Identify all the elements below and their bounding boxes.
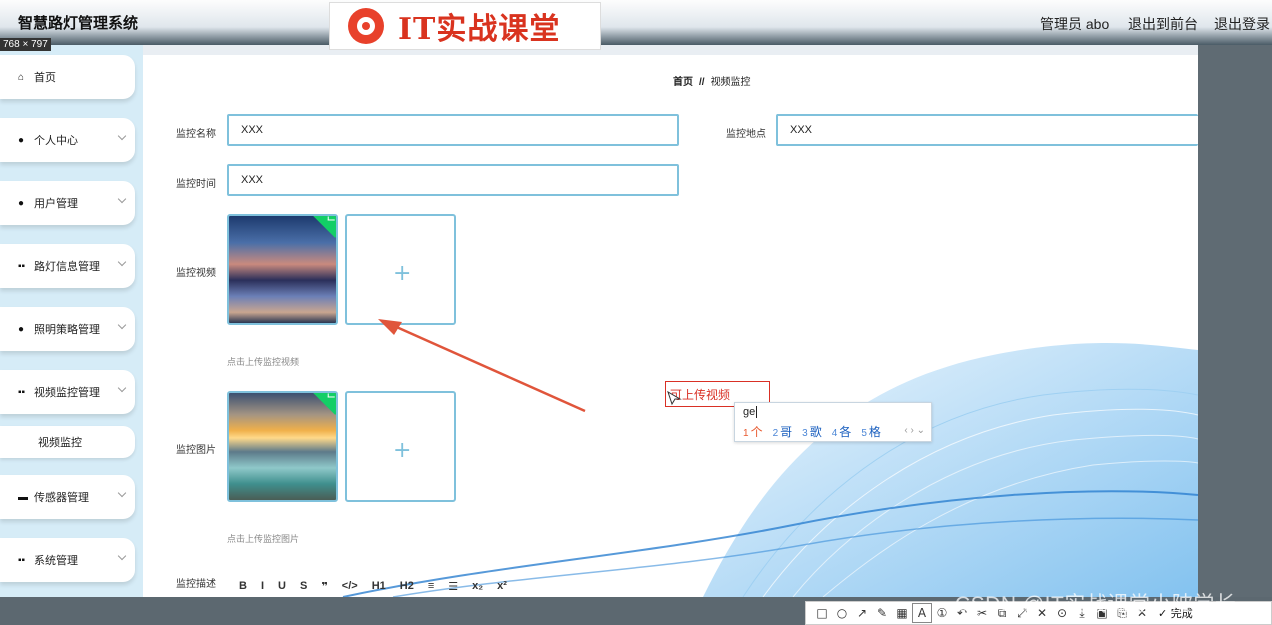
- watermark: CSDN @IT实战课堂小陂学长: [955, 593, 1237, 616]
- monitor-location-input[interactable]: [776, 114, 1198, 146]
- upload-video-button[interactable]: +: [345, 214, 456, 325]
- code-button[interactable]: </>: [342, 580, 358, 597]
- chevron-down-icon: [117, 551, 127, 561]
- h1-button[interactable]: H1: [372, 580, 386, 597]
- ime-candidate-window: ge 1个 2哥 3歌 4各 5格 ‹ › ⌄: [734, 402, 932, 442]
- number-tool-icon[interactable]: ①: [932, 603, 952, 623]
- monitor-video-label: 监控视频: [176, 268, 216, 279]
- bold-button[interactable]: B: [239, 580, 247, 597]
- main-panel: 首页//视频监控 监控名称 监控地点 监控时间 监控视频 + 点击上传监控视频 …: [143, 55, 1198, 597]
- chevron-down-icon: [117, 488, 127, 498]
- sidebar-item-label: 个人中心: [34, 135, 78, 147]
- chevron-down-icon: [117, 194, 127, 204]
- strike-button[interactable]: S: [300, 580, 307, 597]
- sidebar-item-home[interactable]: ⌂ 首页: [0, 55, 135, 99]
- sidebar-item-label: 用户管理: [34, 198, 78, 210]
- sidebar-item-users[interactable]: ● 用户管理: [0, 181, 135, 225]
- dim-overlay-right: [1198, 45, 1272, 625]
- monitor-time-label: 监控时间: [176, 179, 216, 190]
- breadcrumb-separator: //: [699, 77, 705, 88]
- success-check-icon: [311, 393, 336, 415]
- sidebar-item-video-monitor[interactable]: ▪▪ 视频监控管理: [0, 370, 135, 414]
- sidebar-item-label: 路灯信息管理: [34, 261, 100, 273]
- ime-candidate[interactable]: 3歌: [802, 423, 822, 440]
- uploaded-image-thumbnail[interactable]: [227, 391, 338, 502]
- sidebar-item-label: 照明策略管理: [34, 324, 100, 336]
- chevron-down-icon: [117, 320, 127, 330]
- ime-candidate[interactable]: 5格: [861, 423, 881, 440]
- text-tool-icon[interactable]: A: [912, 603, 932, 623]
- sidebar-item-label: 视频监控管理: [34, 387, 100, 399]
- underline-button[interactable]: U: [278, 580, 286, 597]
- grid-icon: ▪▪: [18, 554, 26, 566]
- dimension-label: 768 × 797: [0, 38, 51, 51]
- rich-text-toolbar: B I U S ❞ </> H1 H2 ≡ ☰ x₂ x²: [227, 580, 587, 597]
- quote-button[interactable]: ❞: [321, 580, 327, 597]
- pen-tool-icon[interactable]: ✎: [872, 603, 892, 623]
- sidebar: ⌂ 首页 ● 个人中心 ● 用户管理 ▪▪ 路灯信息管理 ● 照明策略管理 ▪▪…: [0, 45, 143, 597]
- chevron-down-icon: [117, 257, 127, 267]
- subscript-button[interactable]: x₂: [472, 580, 483, 597]
- upload-image-hint: 点击上传监控图片: [227, 534, 300, 544]
- sidebar-subitem-video-monitor[interactable]: 视频监控: [0, 426, 135, 458]
- monitor-image-label: 监控图片: [176, 445, 216, 456]
- monitor-name-input[interactable]: [227, 114, 679, 146]
- top-header: 智慧路灯管理系统 管理员 abo 退出到前台 退出登录: [0, 0, 1272, 45]
- to-front-link[interactable]: 退出到前台: [1128, 14, 1198, 34]
- ordered-list-button[interactable]: ≡: [428, 580, 434, 597]
- brand-logo-icon: [348, 8, 384, 44]
- pin-icon: ●: [18, 197, 25, 209]
- upload-image-button[interactable]: +: [345, 391, 456, 502]
- brand-logo: IT实战课堂: [329, 2, 601, 50]
- chevron-down-icon: [117, 131, 127, 141]
- breadcrumb-home[interactable]: 首页: [673, 77, 693, 88]
- plus-icon: +: [393, 438, 412, 463]
- ime-candidate[interactable]: 2哥: [773, 423, 793, 440]
- user-icon: ●: [18, 323, 25, 335]
- grid-icon: ▪▪: [18, 386, 26, 398]
- monitor-name-label: 监控名称: [176, 129, 216, 140]
- home-icon: ⌂: [18, 71, 25, 83]
- app-title: 智慧路灯管理系统: [18, 15, 139, 32]
- ime-page-nav[interactable]: ‹ › ⌄: [904, 425, 925, 436]
- mosaic-tool-icon[interactable]: ▦: [892, 603, 912, 623]
- sidebar-item-lighting-strategy[interactable]: ● 照明策略管理: [0, 307, 135, 351]
- italic-button[interactable]: I: [261, 580, 264, 597]
- superscript-button[interactable]: x²: [497, 580, 507, 597]
- breadcrumb-current: 视频监控: [710, 77, 751, 88]
- sidebar-item-label: 首页: [34, 72, 56, 84]
- arrow-tool-icon[interactable]: ↗: [852, 603, 872, 623]
- sidebar-item-sensor[interactable]: ▬ 传感器管理: [0, 475, 135, 519]
- ellipse-tool-icon[interactable]: ○: [832, 603, 852, 623]
- logout-link[interactable]: 退出登录: [1214, 14, 1270, 34]
- success-check-icon: [311, 216, 336, 238]
- monitor-location-label: 监控地点: [726, 129, 766, 140]
- grid-icon: ▪▪: [18, 260, 26, 272]
- sidebar-item-label: 系统管理: [34, 555, 78, 567]
- bullet-list-button[interactable]: ☰: [448, 580, 458, 597]
- sidebar-item-label: 传感器管理: [34, 492, 89, 504]
- breadcrumb: 首页 // 视频监控: [673, 73, 751, 88]
- ime-candidates: 1个 2哥 3歌 4各 5格: [743, 423, 881, 440]
- sidebar-item-system[interactable]: ▪▪ 系统管理: [0, 538, 135, 582]
- admin-label: 管理员 abo: [1040, 16, 1110, 32]
- ime-candidate[interactable]: 4各: [832, 423, 852, 440]
- sidebar-item-personal[interactable]: ● 个人中心: [0, 118, 135, 162]
- rectangle-tool-icon[interactable]: □: [812, 603, 832, 623]
- ime-candidate[interactable]: 1个: [743, 423, 763, 440]
- chevron-down-icon: [117, 383, 127, 393]
- monitor-icon: ▬: [18, 491, 28, 503]
- monitor-desc-label: 监控描述: [176, 579, 216, 590]
- sidebar-item-streetlight[interactable]: ▪▪ 路灯信息管理: [0, 244, 135, 288]
- monitor-time-input[interactable]: [227, 164, 679, 196]
- uploaded-video-thumbnail[interactable]: [227, 214, 338, 325]
- ime-typed-text: ge: [743, 406, 758, 418]
- user-icon: ●: [18, 134, 25, 146]
- plus-icon: +: [393, 261, 412, 286]
- upload-video-hint: 点击上传监控视频: [227, 357, 300, 367]
- brand-text: IT实战课堂: [398, 12, 561, 47]
- h2-button[interactable]: H2: [400, 580, 414, 597]
